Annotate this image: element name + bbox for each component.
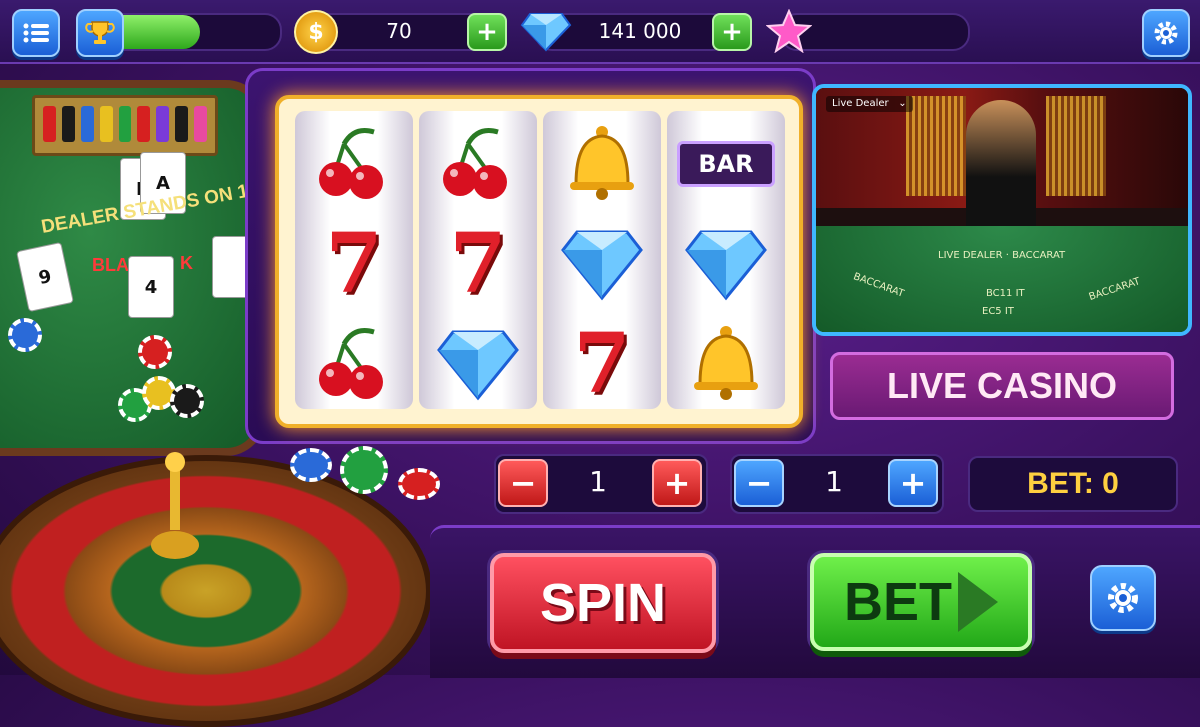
slot-reel: BAR [667, 111, 785, 409]
decrease-bet-button[interactable]: − [734, 459, 784, 507]
live-dealer-video[interactable]: LIVE DEALER · BACCARAT BACCARAT BACCARAT… [812, 84, 1192, 336]
diamond-icon [543, 219, 661, 309]
lines-value: 1 [589, 464, 607, 498]
table-label: BC11 IT [986, 288, 1025, 299]
bell-icon [667, 319, 785, 409]
settings-button-bottom[interactable] [1090, 565, 1156, 631]
bet-button-label: BET [844, 572, 952, 632]
trophy-button[interactable] [76, 9, 124, 57]
seven-symbol: 7 [449, 216, 507, 312]
table-label: LIVE DEALER · BACCARAT [938, 250, 1066, 261]
diamond-icon [520, 13, 572, 52]
slot-reel: 7 [295, 111, 413, 409]
slot-reel: 7 [419, 111, 537, 409]
seven-symbol: 7 [325, 216, 383, 312]
spin-button[interactable]: SPIN [490, 553, 716, 653]
chevron-down-icon: ⌄ [898, 98, 907, 109]
live-dealer-dropdown[interactable]: Live Dealer ⌄ [826, 96, 913, 112]
bet-button[interactable]: BET [810, 553, 1032, 651]
cherry-icon [295, 119, 413, 209]
diamond-icon [419, 319, 537, 409]
menu-button[interactable] [12, 9, 60, 57]
seven-symbol: 7 [573, 316, 631, 412]
arrow-right-icon [958, 572, 998, 632]
player-card: 4 [128, 256, 174, 318]
diamond-icon [667, 219, 785, 309]
bar-symbol: BAR [667, 119, 785, 209]
list-menu-icon [23, 23, 49, 43]
live-casino-button[interactable]: LIVE CASINO [830, 352, 1174, 420]
star-icon [766, 9, 812, 53]
settings-button-top[interactable] [1142, 9, 1190, 57]
chip [398, 468, 440, 500]
increase-lines-button[interactable]: + [652, 459, 702, 507]
table-label: EC5 IT [982, 306, 1014, 317]
coin-icon: $ [294, 10, 338, 54]
dropdown-label: Live Dealer [832, 98, 889, 109]
trophy-progress-bar [100, 13, 282, 51]
blackjack-text: K [180, 253, 193, 273]
gems-value: 141 000 [598, 19, 682, 43]
bell-icon [543, 119, 661, 209]
blackjack-text: BLA [92, 255, 129, 275]
dealer-figure [966, 100, 1036, 240]
add-coins-button[interactable]: + [467, 13, 507, 51]
bet-value: 1 [825, 464, 843, 498]
cherry-icon [295, 319, 413, 409]
slot-reels: 7 7 7 BAR [275, 95, 803, 428]
increase-bet-button[interactable]: + [888, 459, 938, 507]
coins-value: 70 [386, 19, 412, 43]
decrease-lines-button[interactable]: − [498, 459, 548, 507]
roulette-spindle [150, 450, 200, 570]
chip [8, 318, 42, 352]
bet-display: BET: 0 [968, 456, 1178, 512]
slot-reel: 7 [543, 111, 661, 412]
gear-icon [1108, 583, 1138, 613]
gear-icon [1154, 21, 1178, 45]
roulette-wheel [0, 455, 432, 727]
add-gems-button[interactable]: + [712, 13, 752, 51]
chip [138, 335, 172, 369]
chip [340, 446, 388, 494]
chip-tray [32, 95, 218, 156]
chip [170, 384, 204, 418]
chip [290, 448, 332, 482]
trophy-icon [85, 21, 115, 44]
cherry-icon [419, 119, 537, 209]
